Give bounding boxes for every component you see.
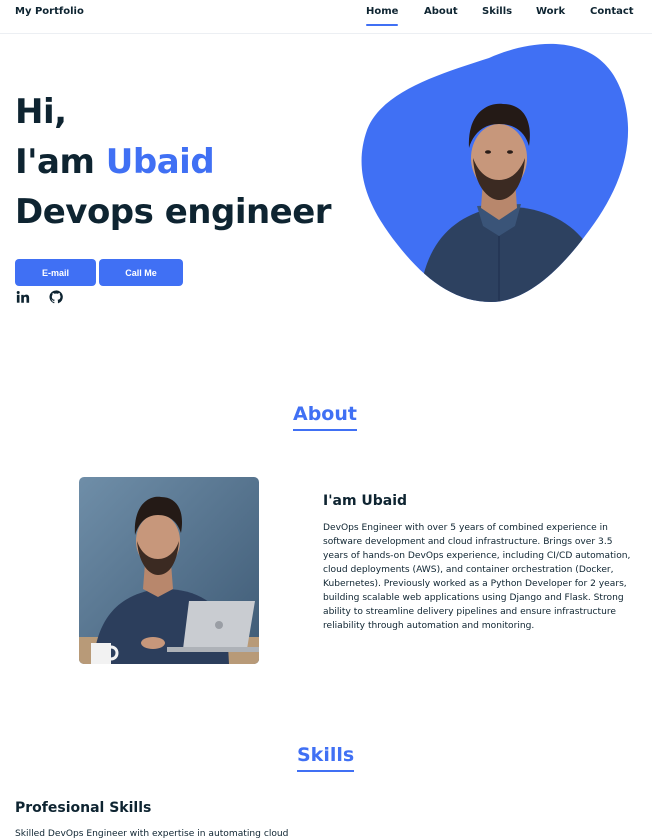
skills-subtitle: Profesional Skills bbox=[15, 800, 152, 816]
hero-name-prefix: I'am bbox=[15, 142, 106, 182]
about-name: I'am Ubaid bbox=[323, 493, 408, 509]
nav-home[interactable]: Home bbox=[366, 6, 399, 26]
skills-description: Skilled DevOps Engineer with expertise i… bbox=[15, 829, 289, 839]
hero-heading: Hi, I'am Ubaid Devops engineer bbox=[15, 87, 332, 237]
about-section-title: About bbox=[293, 403, 357, 431]
hero-role: Devops engineer bbox=[15, 192, 332, 232]
about-title-underline bbox=[293, 429, 357, 431]
nav-skills[interactable]: Skills bbox=[482, 6, 512, 17]
linkedin-icon[interactable] bbox=[16, 290, 30, 304]
nav-about[interactable]: About bbox=[424, 6, 458, 17]
skills-section-title: Skills bbox=[297, 744, 355, 772]
about-title-text: About bbox=[293, 403, 357, 425]
about-description: DevOps Engineer with over 5 years of com… bbox=[323, 523, 631, 631]
email-button[interactable]: E-mail bbox=[15, 259, 96, 286]
hero-portrait-blob bbox=[361, 43, 629, 302]
nav-contact[interactable]: Contact bbox=[590, 6, 634, 17]
skills-title-underline bbox=[297, 770, 355, 772]
skills-title-text: Skills bbox=[297, 744, 355, 766]
hero-greeting: Hi, bbox=[15, 92, 67, 132]
about-photo bbox=[79, 477, 259, 664]
github-icon[interactable] bbox=[49, 290, 63, 304]
call-me-button[interactable]: Call Me bbox=[99, 259, 183, 286]
hero-name-line: I'am Ubaid bbox=[15, 137, 331, 187]
hero-name: Ubaid bbox=[105, 142, 215, 182]
site-header: My Portfolio Home About Skills Work Cont… bbox=[0, 0, 652, 34]
nav-work[interactable]: Work bbox=[536, 6, 565, 17]
main-nav: Home About Skills Work Contact bbox=[0, 6, 652, 26]
